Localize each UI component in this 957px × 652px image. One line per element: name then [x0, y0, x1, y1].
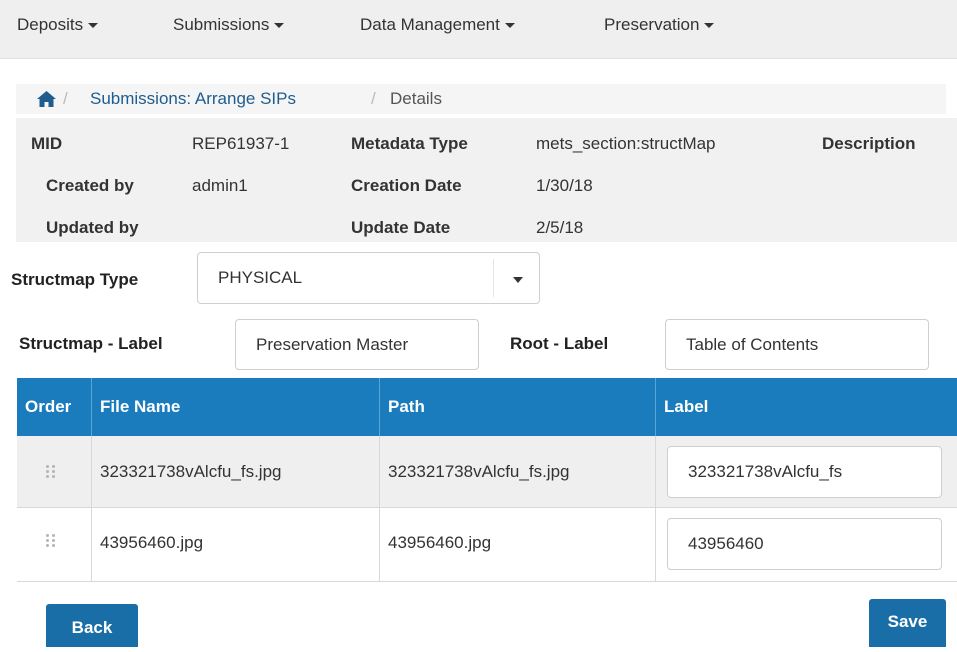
structmap-type-label: Structmap Type	[11, 270, 139, 289]
label-cell	[656, 508, 957, 581]
menu-deposits-label: Deposits	[17, 15, 84, 34]
menu-preservation-label: Preservation	[604, 15, 700, 34]
select-divider	[493, 259, 494, 297]
column-header-path[interactable]: Path	[380, 378, 656, 436]
root-label-label: Root - Label	[510, 334, 609, 353]
column-header-file-name[interactable]: File Name	[92, 378, 380, 436]
save-button[interactable]: Save	[869, 599, 946, 647]
breadcrumb-separator: /	[63, 89, 68, 108]
path-cell: 323321738vAlcfu_fs.jpg	[380, 436, 656, 507]
order-cell	[17, 508, 92, 581]
caret-down-icon	[704, 23, 715, 29]
file-name-cell: 43956460.jpg	[92, 508, 380, 581]
details-panel: MID REP61937-1 Metadata Type mets_sectio…	[16, 118, 957, 242]
mid-value: REP61937-1	[192, 134, 290, 153]
row-label-input[interactable]	[667, 518, 942, 570]
menu-submissions-label: Submissions	[173, 15, 270, 34]
creation-date-value: 1/30/18	[536, 176, 593, 195]
breadcrumb-current: Details	[390, 89, 442, 108]
caret-down-icon	[504, 23, 515, 29]
created-by-value: admin1	[192, 176, 248, 195]
column-header-label[interactable]: Label	[656, 378, 957, 436]
row-label-input[interactable]	[667, 446, 942, 498]
mid-label: MID	[31, 134, 63, 153]
caret-down-icon	[88, 23, 99, 29]
description-label: Description	[822, 134, 916, 153]
metadata-type-value: mets_section:structMap	[536, 134, 716, 153]
table-row: 323321738vAlcfu_fs.jpg 323321738vAlcfu_f…	[17, 436, 957, 508]
breadcrumb: / Submissions: Arrange SIPs / Details	[16, 84, 946, 114]
order-cell	[17, 436, 92, 507]
menu-deposits[interactable]: Deposits	[17, 15, 99, 35]
caret-down-icon	[274, 23, 285, 29]
breadcrumb-separator: /	[371, 89, 376, 108]
menu-data-management-label: Data Management	[360, 15, 500, 34]
label-cell	[656, 436, 957, 507]
drag-handle-icon[interactable]	[46, 465, 58, 479]
menu-preservation[interactable]: Preservation	[604, 15, 715, 35]
chevron-down-icon	[513, 277, 523, 283]
updated-by-label: Updated by	[46, 218, 139, 237]
root-label-input[interactable]	[665, 319, 929, 370]
structmap-label-input[interactable]	[235, 319, 479, 370]
home-icon[interactable]	[37, 91, 56, 107]
menu-data-management[interactable]: Data Management	[360, 15, 515, 35]
structmap-type-select[interactable]: PHYSICAL	[197, 252, 540, 304]
file-name-cell: 323321738vAlcfu_fs.jpg	[92, 436, 380, 507]
table-header: Order File Name Path Label	[17, 378, 957, 436]
column-header-order[interactable]: Order	[17, 378, 92, 436]
path-cell: 43956460.jpg	[380, 508, 656, 581]
breadcrumb-link-arrange-sips[interactable]: Submissions: Arrange SIPs	[90, 84, 296, 114]
menu-submissions[interactable]: Submissions	[173, 15, 285, 35]
metadata-type-label: Metadata Type	[351, 134, 468, 153]
created-by-label: Created by	[46, 176, 134, 195]
structmap-label-label: Structmap - Label	[19, 334, 163, 353]
update-date-value: 2/5/18	[536, 218, 584, 237]
update-date-label: Update Date	[351, 218, 451, 237]
table-row: 43956460.jpg 43956460.jpg	[17, 508, 957, 582]
creation-date-label: Creation Date	[351, 176, 462, 195]
structmap-type-value: PHYSICAL	[218, 268, 303, 287]
top-menu-bar: Deposits Submissions Data Management Pre…	[0, 0, 957, 59]
back-button[interactable]: Back	[46, 604, 138, 647]
drag-handle-icon[interactable]	[46, 534, 58, 548]
